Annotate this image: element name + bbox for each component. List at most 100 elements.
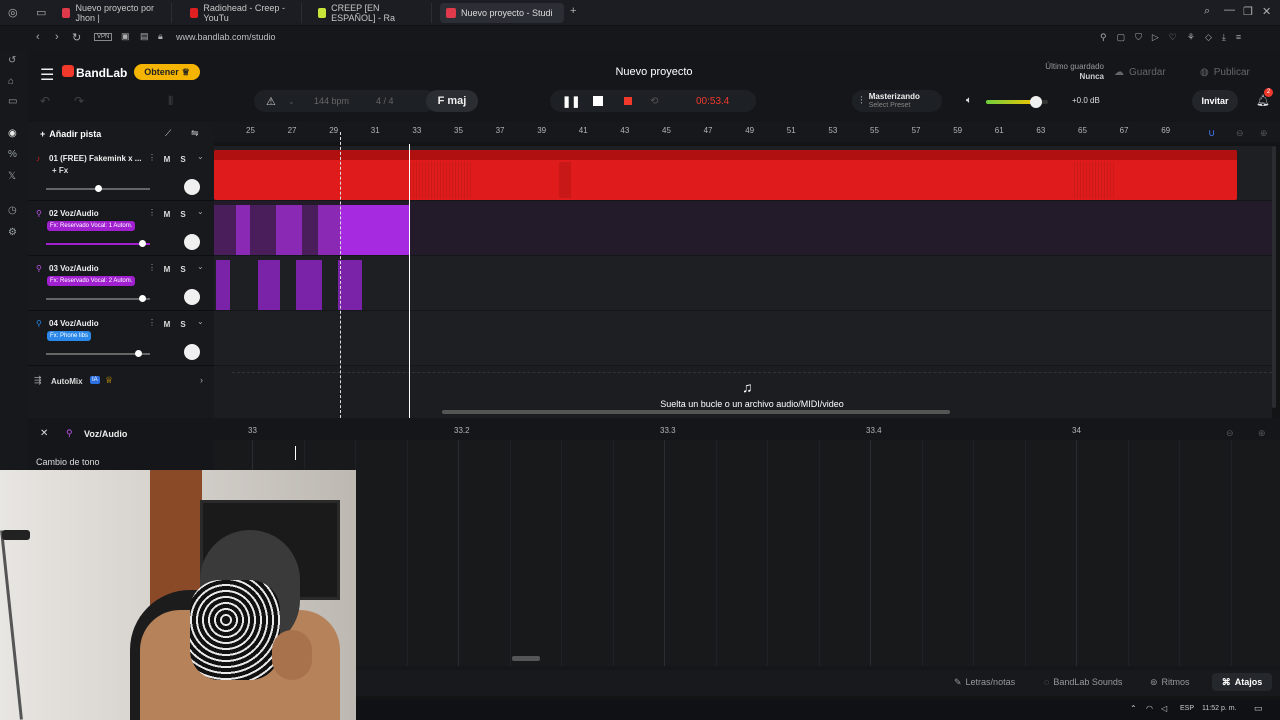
chevron-down-icon[interactable]: ⌄ bbox=[197, 317, 204, 326]
capture-icon[interactable]: ▢ bbox=[1117, 32, 1126, 43]
whatsapp-icon[interactable]: ◉ bbox=[8, 128, 20, 140]
pan-knob[interactable] bbox=[184, 179, 200, 195]
timeline-ruler[interactable]: 25 27 29 31 33 35 37 39 41 43 45 47 49 51 53 55 57 59 61 63… bbox=[214, 122, 1280, 142]
mastering-button[interactable]: ⫶ Masterizando Select Preset bbox=[852, 90, 942, 112]
rhythms-button[interactable]: ⊚ Ritmos bbox=[1150, 677, 1190, 688]
chevron-down-icon[interactable]: ⌄ bbox=[197, 262, 204, 271]
fx-tag[interactable]: Fx: Phone libs bbox=[47, 331, 92, 341]
loop-icon[interactable]: ⟲ bbox=[650, 96, 658, 107]
tab-1[interactable]: Nuevo proyecto por Jhon | bbox=[56, 3, 172, 23]
lane-3[interactable] bbox=[214, 256, 1272, 311]
chevron-down-icon[interactable]: ⌄ bbox=[197, 207, 204, 216]
loop-marker[interactable] bbox=[340, 132, 341, 418]
track-options-icon[interactable]: ⋮ bbox=[148, 263, 156, 272]
volume-thumb[interactable] bbox=[138, 295, 146, 302]
vocal-clip[interactable] bbox=[276, 205, 302, 255]
browser-menu-icon[interactable]: ◎ bbox=[8, 6, 18, 19]
track-row-4[interactable]: ⚲ 04 Voz/Audio ⋮ M S ⌄ Fx: Phone libs bbox=[28, 311, 214, 366]
bandlab-sounds-button[interactable]: ◌ BandLab Sounds bbox=[1044, 677, 1122, 687]
zoom-in-icon[interactable]: ⊕ bbox=[1260, 128, 1268, 139]
maximize-icon[interactable]: ❐ bbox=[1243, 5, 1253, 18]
project-title[interactable]: Nuevo proyecto bbox=[568, 66, 740, 78]
notification-center-icon[interactable]: ▭ bbox=[1254, 703, 1263, 714]
vertical-scrollbar[interactable] bbox=[1272, 146, 1276, 408]
metronome-icon[interactable]: ⚠ bbox=[266, 95, 276, 108]
time-signature[interactable]: 4 / 4 bbox=[376, 96, 394, 106]
automix-row[interactable]: ⇶ AutoMix IA ♕ › bbox=[28, 371, 214, 393]
track-row-2[interactable]: ⚲ 02 Voz/Audio ⋮ M S ⌄ Fx: Reservado Voc… bbox=[28, 201, 214, 256]
solo-button[interactable]: S bbox=[177, 263, 189, 275]
tab-3[interactable]: CREEP [EN ESPAÑOL] - Ra bbox=[312, 3, 432, 23]
add-track-button[interactable]: + Añadir pista bbox=[40, 129, 101, 139]
pan-knob[interactable] bbox=[184, 289, 200, 305]
volume-thumb[interactable] bbox=[134, 350, 142, 357]
wifi-icon[interactable]: ◠ bbox=[1146, 704, 1153, 713]
track-name[interactable]: 02 Voz/Audio bbox=[49, 209, 99, 218]
search-tabs-icon[interactable]: ⌕ bbox=[1204, 5, 1210, 18]
pause-icon[interactable]: ❚❚ bbox=[562, 95, 580, 108]
cube-icon[interactable]: ◇ bbox=[1205, 32, 1212, 43]
minimize-icon[interactable]: — bbox=[1224, 4, 1235, 16]
vocal-clip[interactable] bbox=[216, 260, 230, 310]
track-options-icon[interactable]: ⋮ bbox=[148, 208, 156, 217]
bookmark-icon[interactable]: ⌂ bbox=[8, 76, 20, 88]
hamburger-menu-icon[interactable]: ☰ bbox=[40, 65, 54, 85]
horizontal-scrollbar[interactable] bbox=[442, 410, 950, 414]
master-volume-slider[interactable] bbox=[986, 96, 1048, 108]
fx-tag[interactable]: Fx: Reservado Vocal: 2 Autom. bbox=[47, 276, 136, 286]
stop-icon[interactable] bbox=[593, 96, 603, 106]
add-fx-button[interactable]: + Fx bbox=[52, 166, 68, 175]
pitch-shift-label[interactable]: Cambio de tono bbox=[36, 457, 100, 467]
back-icon[interactable]: ‹ bbox=[36, 31, 40, 43]
editor-scrollbar[interactable] bbox=[512, 656, 540, 661]
undo-icon[interactable]: ↶ bbox=[40, 94, 50, 108]
master-volume-thumb[interactable] bbox=[1029, 96, 1042, 108]
editor-zoom-out-icon[interactable]: ⊖ bbox=[1226, 428, 1234, 439]
mixer-icon[interactable]: ⦀ bbox=[168, 94, 173, 109]
solo-button[interactable]: S bbox=[177, 153, 189, 165]
editor-zoom-in-icon[interactable]: ⊕ bbox=[1258, 428, 1266, 439]
track-volume-slider[interactable] bbox=[46, 240, 150, 247]
track-row-3[interactable]: ⚲ 03 Voz/Audio ⋮ M S ⌄ Fx: Reservado Voc… bbox=[28, 256, 214, 311]
mute-button[interactable]: M bbox=[161, 263, 173, 275]
track-options-icon[interactable]: ⋮ bbox=[148, 153, 156, 162]
shortcuts-button[interactable]: ⌘ Atajos bbox=[1212, 673, 1272, 691]
pan-knob[interactable] bbox=[184, 234, 200, 250]
lyrics-notes-button[interactable]: ✎ Letras/notas bbox=[954, 677, 1015, 688]
track-settings-icon[interactable]: ⇋ bbox=[191, 128, 199, 139]
track-volume-slider[interactable] bbox=[46, 350, 150, 357]
fx-tag[interactable]: Fx: Reservado Vocal: 1 Autom. bbox=[47, 221, 136, 231]
record-icon[interactable] bbox=[624, 97, 632, 105]
playhead[interactable] bbox=[409, 144, 410, 418]
x-icon[interactable]: 𝕏 bbox=[8, 171, 20, 183]
chevron-right-icon[interactable]: › bbox=[200, 375, 203, 385]
history-icon[interactable]: ↺ bbox=[8, 55, 20, 67]
language-indicator[interactable]: ESP bbox=[1180, 705, 1194, 712]
heart-icon[interactable]: ♡ bbox=[1169, 32, 1177, 43]
track-volume-slider[interactable] bbox=[46, 295, 150, 302]
shield-icon[interactable]: ⛉ bbox=[1135, 32, 1142, 43]
redo-icon[interactable]: ↷ bbox=[74, 94, 84, 108]
extensions-icon[interactable]: ⚘ bbox=[1187, 32, 1195, 43]
volume-thumb[interactable] bbox=[95, 185, 102, 192]
tempo-value[interactable]: 144 bpm bbox=[314, 96, 349, 106]
mute-button[interactable]: M bbox=[161, 153, 173, 165]
play-icon[interactable]: ▷ bbox=[1152, 32, 1159, 43]
clock[interactable]: 11:52 p. m. bbox=[1202, 705, 1237, 712]
close-window-icon[interactable]: ✕ bbox=[1262, 5, 1271, 18]
publish-button[interactable]: ◍ Publicar bbox=[1200, 62, 1276, 82]
vpn-badge[interactable]: VPN bbox=[94, 33, 113, 41]
clock-icon[interactable]: ◷ bbox=[8, 205, 20, 217]
chevron-down-icon[interactable]: ⌄ bbox=[197, 152, 204, 161]
solo-button[interactable]: S bbox=[177, 318, 189, 330]
vocal-clip[interactable] bbox=[236, 205, 250, 255]
tray-chevron-icon[interactable]: ⌃ bbox=[1130, 704, 1137, 713]
screenshot-icon[interactable]: ▣ bbox=[121, 31, 130, 42]
track-name[interactable]: 04 Voz/Audio bbox=[49, 319, 99, 328]
editor-playhead[interactable] bbox=[295, 446, 296, 460]
mute-button[interactable]: M bbox=[161, 318, 173, 330]
save-button[interactable]: ☁ Guardar bbox=[1114, 62, 1188, 82]
percent-icon[interactable]: % bbox=[8, 149, 20, 161]
metronome-dropdown-icon[interactable]: ⌄ bbox=[288, 97, 295, 106]
track-row-1[interactable]: ♪ 01 (FREE) Fakemink x ... ⋮ M S ⌄ + Fx bbox=[28, 146, 214, 201]
